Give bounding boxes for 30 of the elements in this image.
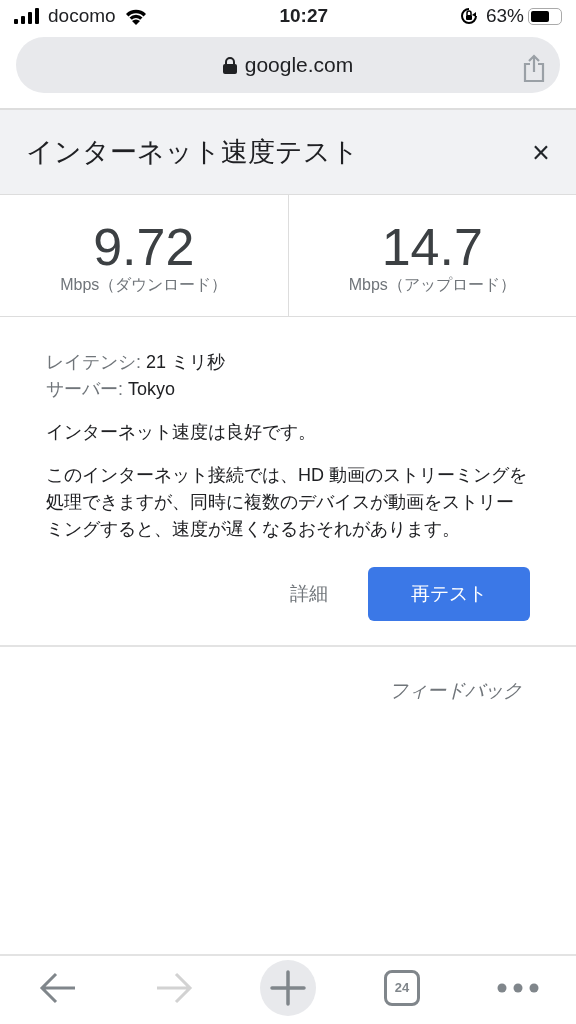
speed-unit: Mbps（ダウンロード） bbox=[60, 274, 228, 295]
speed-value: 9.72 bbox=[93, 220, 195, 273]
detail-value: Tokyo bbox=[128, 379, 176, 399]
speed-unit: Mbps（アップロード） bbox=[348, 274, 516, 295]
details-button[interactable]: 詳細 bbox=[274, 578, 344, 610]
card-title: インターネット速度テスト bbox=[26, 135, 359, 169]
battery-icon bbox=[528, 7, 562, 25]
tab-switcher-button[interactable]: 24 bbox=[372, 958, 432, 1018]
description-text: このインターネット接続では、HD 動画のストリーミングを処理できますが、同時に複数のデバイスが動画をストリーミングすると、速度が遅くなるおそれがあります。 bbox=[46, 464, 528, 541]
back-arrow-icon bbox=[39, 971, 77, 1005]
more-icon bbox=[497, 983, 539, 993]
url-text[interactable]: google.com bbox=[244, 49, 354, 81]
signal-icon bbox=[14, 8, 40, 24]
carrier-name: docomo bbox=[48, 3, 116, 28]
retest-button[interactable]: 再テスト bbox=[368, 567, 530, 621]
new-tab-button[interactable] bbox=[260, 960, 316, 1016]
detail-value: 21 ミリ秒 bbox=[146, 352, 226, 372]
summary-text: インターネット速度は良好です。 bbox=[46, 421, 317, 444]
speed-value: 14.7 bbox=[381, 220, 483, 273]
detail-label: レイテンシ: bbox=[46, 352, 141, 372]
plus-icon bbox=[270, 970, 306, 1006]
forward-arrow-icon bbox=[155, 971, 193, 1005]
feedback-link[interactable]: フィードバック bbox=[389, 680, 522, 701]
close-button[interactable]: × bbox=[532, 136, 550, 168]
rotation-lock-icon bbox=[459, 7, 478, 25]
clock: 10:27 bbox=[279, 3, 329, 28]
share-icon[interactable] bbox=[522, 54, 546, 83]
detail-label: サーバー: bbox=[46, 379, 123, 399]
battery-percentage: 63% bbox=[485, 3, 524, 28]
lock-icon bbox=[222, 56, 237, 74]
